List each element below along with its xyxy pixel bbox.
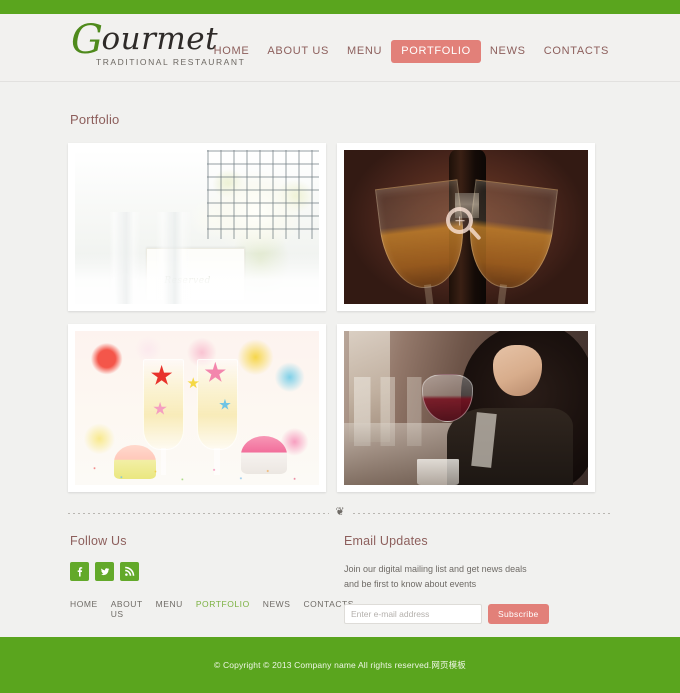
thumbnail-frame	[75, 331, 319, 485]
footer-nav-item-portfolio[interactable]: PORTFOLIO	[196, 599, 250, 619]
page-title: Portfolio	[70, 112, 120, 127]
main-navigation: HOME ABOUT US MENU PORTFOLIO NEWS CONTAC…	[205, 40, 618, 63]
image-wine-bottle-and-glasses	[344, 150, 588, 304]
thumbnail-frame: Reserved	[75, 150, 319, 304]
logo-initial: G	[71, 17, 104, 63]
footer-columns: Follow Us HOME ABOUT US MENU PORTFOLIO N…	[62, 518, 618, 625]
reserved-card-text: Reserved	[164, 275, 211, 286]
reserved-card: Reserved	[145, 248, 246, 301]
footer-navigation: HOME ABOUT US MENU PORTFOLIO NEWS CONTAC…	[70, 599, 353, 619]
portfolio-item-party-champagne-stars[interactable]	[68, 324, 326, 492]
portfolio-grid: Reserved	[62, 143, 618, 492]
nav-item-about-us[interactable]: ABOUT US	[258, 40, 338, 63]
nav-item-portfolio[interactable]: PORTFOLIO	[391, 40, 481, 63]
follow-us-title: Follow Us	[70, 534, 127, 548]
logo-rest: ourmet	[101, 21, 219, 57]
copyright-bar: © Copyright © 2013 Company name All righ…	[0, 637, 680, 693]
email-updates-title: Email Updates	[344, 534, 428, 548]
top-green-bar	[0, 0, 680, 14]
site-header: Gourmet TRADITIONAL RESTAURANT HOME ABOU…	[0, 14, 680, 82]
footer-nav-item-menu[interactable]: MENU	[156, 599, 183, 619]
footer-nav-item-home[interactable]: HOME	[70, 599, 98, 619]
footer-nav-item-about-us[interactable]: ABOUT US	[111, 599, 143, 619]
portfolio-item-woman-with-wine-glass[interactable]	[337, 324, 595, 492]
email-input[interactable]	[344, 604, 482, 625]
subscribe-button[interactable]: Subscribe	[488, 604, 549, 625]
image-party-champagne-stars	[75, 331, 319, 485]
woman-coat-shape	[446, 408, 574, 485]
nav-item-menu[interactable]: MENU	[338, 40, 391, 63]
image-woman-with-wine-glass	[344, 331, 588, 485]
portfolio-item-wedding-table-setting[interactable]: Reserved	[68, 143, 326, 311]
nav-item-contacts[interactable]: CONTACTS	[535, 40, 618, 63]
footer-nav-item-news[interactable]: NEWS	[263, 599, 291, 619]
nav-item-home[interactable]: HOME	[205, 40, 259, 63]
thumbnail-frame	[344, 331, 588, 485]
subscribe-form: Subscribe	[344, 604, 612, 625]
content-area: Portfolio Reserved	[62, 82, 618, 492]
header-inner: Gourmet TRADITIONAL RESTAURANT HOME ABOU…	[62, 14, 618, 81]
footer-follow-column: Follow Us HOME ABOUT US MENU PORTFOLIO N…	[68, 534, 353, 624]
nav-item-news[interactable]: NEWS	[481, 40, 535, 63]
copyright-text: © Copyright © 2013 Company name All righ…	[214, 660, 466, 670]
confetti-shape	[75, 457, 319, 485]
page-root: Gourmet TRADITIONAL RESTAURANT HOME ABOU…	[0, 0, 680, 693]
image-wedding-table-setting: Reserved	[75, 150, 319, 304]
facebook-icon[interactable]	[70, 562, 89, 581]
portfolio-item-wine-bottle-and-glasses[interactable]	[337, 143, 595, 311]
twitter-icon[interactable]	[95, 562, 114, 581]
divider-ornament-icon: ❦	[329, 505, 351, 520]
tumbler-shape	[417, 458, 459, 485]
thumbnail-frame	[344, 150, 588, 304]
site-footer: ❦ Follow Us HOME ABOUT US MENU PORTFOLIO…	[62, 492, 618, 625]
social-links	[70, 562, 342, 581]
footer-divider: ❦	[68, 505, 612, 520]
email-updates-description: Join our digital mailing list and get ne…	[344, 564, 527, 589]
woman-face-shape	[492, 344, 542, 396]
footer-updates-column: Email Updates Join our digital mailing l…	[342, 534, 612, 625]
rss-icon[interactable]	[120, 562, 139, 581]
